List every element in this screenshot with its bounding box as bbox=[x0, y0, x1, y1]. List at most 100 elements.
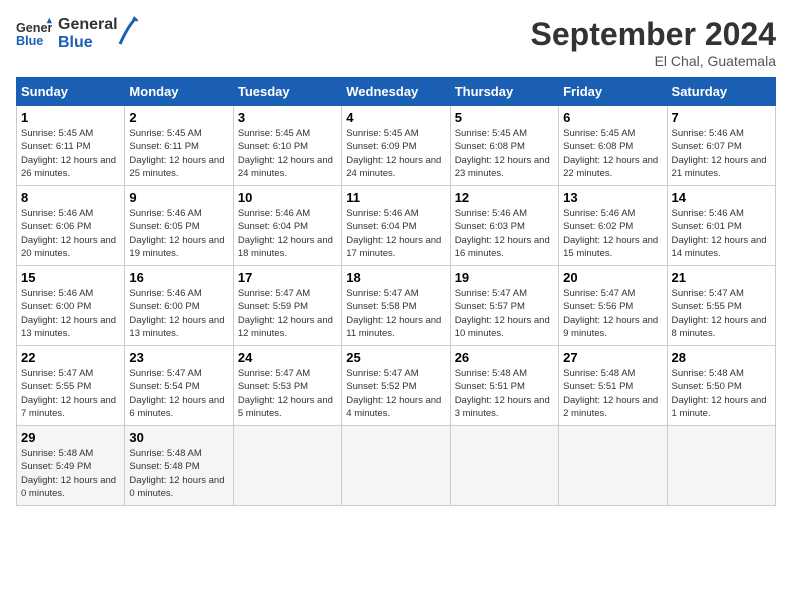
header-wednesday: Wednesday bbox=[342, 78, 450, 106]
day-number: 8 bbox=[21, 190, 120, 205]
day-info: Sunrise: 5:46 AMSunset: 6:04 PMDaylight:… bbox=[238, 208, 333, 259]
calendar-day-cell: 12 Sunrise: 5:46 AMSunset: 6:03 PMDaylig… bbox=[450, 186, 558, 266]
day-number: 4 bbox=[346, 110, 445, 125]
calendar-day-cell: 18 Sunrise: 5:47 AMSunset: 5:58 PMDaylig… bbox=[342, 266, 450, 346]
day-number: 16 bbox=[129, 270, 228, 285]
calendar-week-row: 1 Sunrise: 5:45 AMSunset: 6:11 PMDayligh… bbox=[17, 106, 776, 186]
day-info: Sunrise: 5:45 AMSunset: 6:10 PMDaylight:… bbox=[238, 128, 333, 179]
day-info: Sunrise: 5:47 AMSunset: 5:56 PMDaylight:… bbox=[563, 288, 658, 339]
logo-blue: Blue bbox=[58, 34, 118, 52]
calendar-day-cell: 9 Sunrise: 5:46 AMSunset: 6:05 PMDayligh… bbox=[125, 186, 233, 266]
logo: General Blue General Blue bbox=[16, 16, 138, 52]
day-info: Sunrise: 5:45 AMSunset: 6:08 PMDaylight:… bbox=[563, 128, 658, 179]
day-info: Sunrise: 5:46 AMSunset: 6:00 PMDaylight:… bbox=[129, 288, 224, 339]
day-number: 22 bbox=[21, 350, 120, 365]
header-friday: Friday bbox=[559, 78, 667, 106]
day-number: 14 bbox=[672, 190, 771, 205]
day-info: Sunrise: 5:47 AMSunset: 5:55 PMDaylight:… bbox=[672, 288, 767, 339]
day-info: Sunrise: 5:48 AMSunset: 5:50 PMDaylight:… bbox=[672, 368, 767, 419]
day-info: Sunrise: 5:45 AMSunset: 6:11 PMDaylight:… bbox=[21, 128, 116, 179]
day-number: 27 bbox=[563, 350, 662, 365]
calendar-day-cell: 28 Sunrise: 5:48 AMSunset: 5:50 PMDaylig… bbox=[667, 346, 775, 426]
day-info: Sunrise: 5:47 AMSunset: 5:54 PMDaylight:… bbox=[129, 368, 224, 419]
calendar-day-cell: 5 Sunrise: 5:45 AMSunset: 6:08 PMDayligh… bbox=[450, 106, 558, 186]
header-saturday: Saturday bbox=[667, 78, 775, 106]
day-number: 6 bbox=[563, 110, 662, 125]
location-subtitle: El Chal, Guatemala bbox=[531, 53, 776, 69]
calendar-day-cell: 24 Sunrise: 5:47 AMSunset: 5:53 PMDaylig… bbox=[233, 346, 341, 426]
calendar-day-cell: 3 Sunrise: 5:45 AMSunset: 6:10 PMDayligh… bbox=[233, 106, 341, 186]
day-number: 2 bbox=[129, 110, 228, 125]
calendar-day-cell: 14 Sunrise: 5:46 AMSunset: 6:01 PMDaylig… bbox=[667, 186, 775, 266]
day-info: Sunrise: 5:47 AMSunset: 5:58 PMDaylight:… bbox=[346, 288, 441, 339]
header-sunday: Sunday bbox=[17, 78, 125, 106]
day-number: 18 bbox=[346, 270, 445, 285]
calendar-day-cell: 23 Sunrise: 5:47 AMSunset: 5:54 PMDaylig… bbox=[125, 346, 233, 426]
day-info: Sunrise: 5:47 AMSunset: 5:55 PMDaylight:… bbox=[21, 368, 116, 419]
day-info: Sunrise: 5:47 AMSunset: 5:52 PMDaylight:… bbox=[346, 368, 441, 419]
day-info: Sunrise: 5:46 AMSunset: 6:00 PMDaylight:… bbox=[21, 288, 116, 339]
calendar-day-cell bbox=[342, 426, 450, 506]
calendar-week-row: 8 Sunrise: 5:46 AMSunset: 6:06 PMDayligh… bbox=[17, 186, 776, 266]
day-info: Sunrise: 5:45 AMSunset: 6:11 PMDaylight:… bbox=[129, 128, 224, 179]
day-number: 7 bbox=[672, 110, 771, 125]
header-tuesday: Tuesday bbox=[233, 78, 341, 106]
page-header: General Blue General Blue September 2024… bbox=[16, 16, 776, 69]
days-header-row: Sunday Monday Tuesday Wednesday Thursday… bbox=[17, 78, 776, 106]
day-info: Sunrise: 5:46 AMSunset: 6:07 PMDaylight:… bbox=[672, 128, 767, 179]
calendar-day-cell: 30 Sunrise: 5:48 AMSunset: 5:48 PMDaylig… bbox=[125, 426, 233, 506]
calendar-week-row: 29 Sunrise: 5:48 AMSunset: 5:49 PMDaylig… bbox=[17, 426, 776, 506]
day-info: Sunrise: 5:46 AMSunset: 6:05 PMDaylight:… bbox=[129, 208, 224, 259]
day-number: 3 bbox=[238, 110, 337, 125]
day-info: Sunrise: 5:48 AMSunset: 5:48 PMDaylight:… bbox=[129, 448, 224, 499]
calendar-day-cell: 17 Sunrise: 5:47 AMSunset: 5:59 PMDaylig… bbox=[233, 266, 341, 346]
calendar-day-cell: 25 Sunrise: 5:47 AMSunset: 5:52 PMDaylig… bbox=[342, 346, 450, 426]
day-info: Sunrise: 5:48 AMSunset: 5:51 PMDaylight:… bbox=[455, 368, 550, 419]
month-title: September 2024 bbox=[531, 16, 776, 53]
calendar-day-cell: 20 Sunrise: 5:47 AMSunset: 5:56 PMDaylig… bbox=[559, 266, 667, 346]
day-number: 29 bbox=[21, 430, 120, 445]
calendar-day-cell bbox=[667, 426, 775, 506]
calendar-day-cell bbox=[450, 426, 558, 506]
calendar-day-cell bbox=[233, 426, 341, 506]
calendar-day-cell: 2 Sunrise: 5:45 AMSunset: 6:11 PMDayligh… bbox=[125, 106, 233, 186]
calendar-day-cell: 27 Sunrise: 5:48 AMSunset: 5:51 PMDaylig… bbox=[559, 346, 667, 426]
header-thursday: Thursday bbox=[450, 78, 558, 106]
calendar-day-cell: 22 Sunrise: 5:47 AMSunset: 5:55 PMDaylig… bbox=[17, 346, 125, 426]
day-info: Sunrise: 5:46 AMSunset: 6:01 PMDaylight:… bbox=[672, 208, 767, 259]
title-section: September 2024 El Chal, Guatemala bbox=[531, 16, 776, 69]
header-monday: Monday bbox=[125, 78, 233, 106]
day-number: 17 bbox=[238, 270, 337, 285]
day-number: 21 bbox=[672, 270, 771, 285]
calendar-table: Sunday Monday Tuesday Wednesday Thursday… bbox=[16, 77, 776, 506]
calendar-day-cell: 19 Sunrise: 5:47 AMSunset: 5:57 PMDaylig… bbox=[450, 266, 558, 346]
calendar-day-cell: 13 Sunrise: 5:46 AMSunset: 6:02 PMDaylig… bbox=[559, 186, 667, 266]
day-number: 23 bbox=[129, 350, 228, 365]
day-number: 12 bbox=[455, 190, 554, 205]
calendar-day-cell: 10 Sunrise: 5:46 AMSunset: 6:04 PMDaylig… bbox=[233, 186, 341, 266]
calendar-day-cell bbox=[559, 426, 667, 506]
calendar-day-cell: 21 Sunrise: 5:47 AMSunset: 5:55 PMDaylig… bbox=[667, 266, 775, 346]
day-info: Sunrise: 5:45 AMSunset: 6:08 PMDaylight:… bbox=[455, 128, 550, 179]
day-number: 26 bbox=[455, 350, 554, 365]
day-info: Sunrise: 5:48 AMSunset: 5:49 PMDaylight:… bbox=[21, 448, 116, 499]
day-info: Sunrise: 5:46 AMSunset: 6:06 PMDaylight:… bbox=[21, 208, 116, 259]
calendar-day-cell: 29 Sunrise: 5:48 AMSunset: 5:49 PMDaylig… bbox=[17, 426, 125, 506]
logo-swoosh bbox=[118, 16, 138, 46]
day-info: Sunrise: 5:46 AMSunset: 6:02 PMDaylight:… bbox=[563, 208, 658, 259]
calendar-day-cell: 26 Sunrise: 5:48 AMSunset: 5:51 PMDaylig… bbox=[450, 346, 558, 426]
calendar-day-cell: 16 Sunrise: 5:46 AMSunset: 6:00 PMDaylig… bbox=[125, 266, 233, 346]
svg-text:Blue: Blue bbox=[16, 34, 43, 48]
day-number: 5 bbox=[455, 110, 554, 125]
day-number: 19 bbox=[455, 270, 554, 285]
day-info: Sunrise: 5:47 AMSunset: 5:53 PMDaylight:… bbox=[238, 368, 333, 419]
day-number: 1 bbox=[21, 110, 120, 125]
calendar-day-cell: 8 Sunrise: 5:46 AMSunset: 6:06 PMDayligh… bbox=[17, 186, 125, 266]
day-number: 24 bbox=[238, 350, 337, 365]
calendar-week-row: 22 Sunrise: 5:47 AMSunset: 5:55 PMDaylig… bbox=[17, 346, 776, 426]
day-number: 15 bbox=[21, 270, 120, 285]
day-number: 9 bbox=[129, 190, 228, 205]
day-number: 30 bbox=[129, 430, 228, 445]
day-info: Sunrise: 5:45 AMSunset: 6:09 PMDaylight:… bbox=[346, 128, 441, 179]
day-info: Sunrise: 5:46 AMSunset: 6:04 PMDaylight:… bbox=[346, 208, 441, 259]
